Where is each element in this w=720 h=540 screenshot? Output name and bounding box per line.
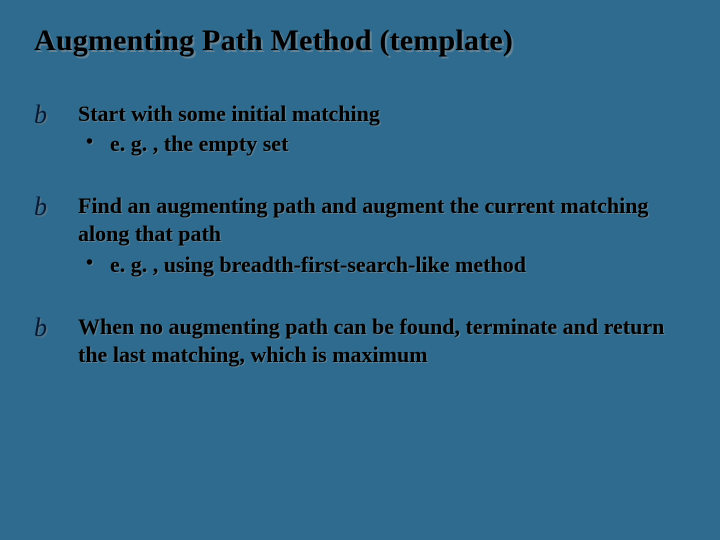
dot-icon: • — [78, 251, 110, 277]
item-text: When no augmenting path can be found, te… — [78, 313, 686, 369]
sub-item: • e. g. , the empty set — [78, 130, 380, 158]
slide: Augmenting Path Method (template) b Star… — [0, 0, 720, 540]
sub-text: e. g. , using breadth-first-search-like … — [110, 251, 526, 279]
item-body: Start with some initial matching • e. g.… — [78, 100, 380, 158]
sub-text: e. g. , the empty set — [110, 130, 288, 158]
list-item: b When no augmenting path can be found, … — [34, 313, 686, 369]
item-text: Find an augmenting path and augment the … — [78, 192, 686, 248]
bullet-icon: b — [34, 192, 78, 220]
list-item: b Start with some initial matching • e. … — [34, 100, 686, 158]
item-body: Find an augmenting path and augment the … — [78, 192, 686, 278]
dot-icon: • — [78, 130, 110, 156]
list-item: b Find an augmenting path and augment th… — [34, 192, 686, 278]
item-body: When no augmenting path can be found, te… — [78, 313, 686, 369]
slide-title: Augmenting Path Method (template) — [34, 24, 686, 58]
bullet-icon: b — [34, 100, 78, 128]
bullet-icon: b — [34, 313, 78, 341]
sub-item: • e. g. , using breadth-first-search-lik… — [78, 251, 686, 279]
item-text: Start with some initial matching — [78, 100, 380, 128]
